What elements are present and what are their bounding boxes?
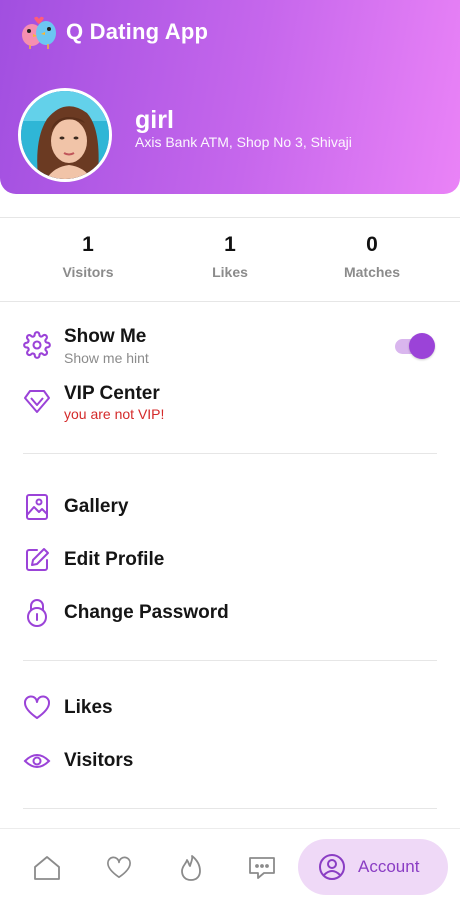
divider (23, 453, 437, 454)
stat-likes[interactable]: 1 Likes (170, 232, 290, 280)
lock-icon (22, 598, 52, 628)
account-icon (319, 854, 345, 880)
likes-row[interactable]: Likes (22, 693, 113, 723)
gallery-row[interactable]: Gallery (22, 492, 128, 522)
home-icon (34, 856, 60, 880)
show-me-title: Show Me (64, 326, 147, 347)
vip-status: you are not VIP! (64, 406, 165, 422)
toggle-knob (409, 333, 435, 359)
visitors-label: Visitors (64, 750, 134, 771)
nav-home[interactable] (30, 851, 64, 885)
user-address: Axis Bank ATM, Shop No 3, Shivaji (135, 134, 352, 150)
stats-bar: 1 Visitors 1 Likes 0 Matches (0, 232, 460, 288)
eye-icon (22, 746, 52, 776)
chat-icon (249, 857, 275, 879)
vip-center-row[interactable]: VIP Center you are not VIP! (22, 383, 322, 427)
heart-icon (107, 856, 131, 879)
nav-account-label: Account (358, 857, 420, 876)
gear-icon (22, 330, 52, 360)
divider (0, 301, 460, 302)
nav-messages[interactable] (245, 851, 279, 885)
stat-value: 1 (82, 233, 94, 256)
edit-profile-label: Edit Profile (64, 549, 165, 570)
divider (23, 808, 437, 809)
app-title: Q Dating App (66, 19, 209, 44)
stat-value: 1 (224, 233, 236, 256)
show-me-row[interactable]: Show Me Show me hint (22, 326, 322, 370)
divider (0, 217, 460, 218)
avatar[interactable] (18, 88, 112, 182)
show-me-hint: Show me hint (64, 350, 149, 366)
edit-profile-row[interactable]: Edit Profile (22, 545, 164, 575)
nav-account[interactable]: Account (298, 839, 448, 895)
birds-logo-icon (22, 16, 56, 49)
bottom-nav: Account (0, 828, 460, 904)
diamond-icon (22, 387, 52, 417)
show-me-toggle[interactable] (395, 333, 435, 359)
likes-label: Likes (64, 697, 113, 718)
visitors-row[interactable]: Visitors (22, 746, 133, 776)
vip-center-title: VIP Center (64, 383, 160, 404)
flame-icon (181, 855, 201, 881)
edit-icon (22, 545, 52, 575)
nav-likes[interactable] (102, 851, 136, 885)
change-password-row[interactable]: Change Password (22, 598, 229, 628)
heart-icon (22, 693, 52, 723)
user-name: girl (135, 106, 174, 134)
stat-label: Likes (212, 264, 248, 280)
profile-header: Q Dating App girl Axis Bank ATM, Shop No… (0, 0, 460, 194)
avatar-photo (21, 91, 109, 179)
app-title-row: Q Dating App (20, 14, 208, 50)
change-password-label: Change Password (64, 602, 229, 623)
stat-matches[interactable]: 0 Matches (312, 232, 432, 280)
stat-label: Matches (343, 264, 401, 280)
stat-visitors[interactable]: 1 Visitors (28, 232, 148, 280)
gallery-icon (22, 492, 52, 522)
stat-label: Visitors (62, 264, 114, 280)
divider (23, 660, 437, 661)
nav-discover[interactable] (174, 851, 208, 885)
gallery-label: Gallery (64, 496, 129, 517)
stat-value: 0 (366, 233, 378, 256)
